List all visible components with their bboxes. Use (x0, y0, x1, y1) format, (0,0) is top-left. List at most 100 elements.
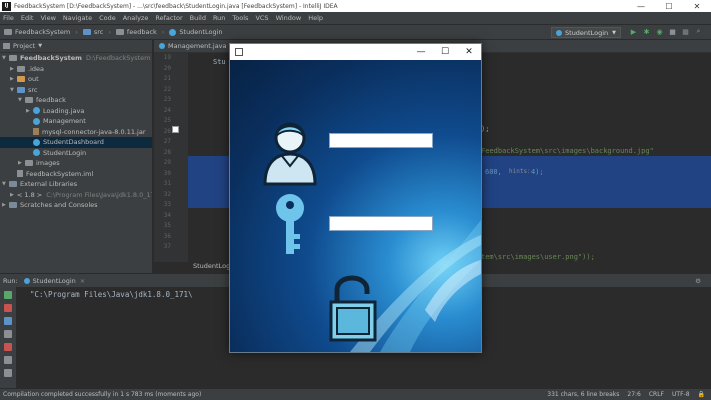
status-position[interactable]: 27:6 (627, 391, 640, 398)
pin-icon[interactable] (4, 356, 12, 364)
menu-navigate[interactable]: Navigate (63, 14, 92, 22)
line-number: 20 (163, 64, 171, 72)
tree-item-label: External Libraries (20, 180, 78, 189)
menu-edit[interactable]: Edit (21, 14, 34, 22)
java-class-icon (33, 107, 40, 115)
tree-item-label: < 1.8 > (16, 190, 43, 199)
breakpoint-marker-icon[interactable] (172, 126, 179, 133)
line-number: 23 (163, 96, 171, 103)
run-tab[interactable]: StudentLogin (33, 277, 76, 285)
expand-arrow-icon[interactable]: ▶ (10, 192, 14, 198)
tree-item-scratches[interactable]: ▶ Scratches and Consoles (0, 200, 152, 211)
close-icon[interactable] (4, 369, 12, 377)
tree-item-images[interactable]: ▶ images (0, 158, 152, 169)
tree-item-iml[interactable]: FeedbackSystem.iml (0, 169, 152, 180)
library-icon (9, 181, 17, 188)
tree-item-label: FeedbackSystem (20, 54, 82, 63)
tree-item-jdk[interactable]: ▶ < 1.8 > C:\Program Files\Java\jdk1.8.0… (0, 190, 152, 201)
dump-threads-icon[interactable] (4, 330, 12, 338)
expand-arrow-icon[interactable]: ▶ (10, 76, 17, 82)
tree-item-mysql-jar[interactable]: mysql-connector-java-8.0.11.jar (0, 127, 152, 138)
run-configuration-select[interactable]: StudentLogin ▼ (551, 27, 621, 38)
tree-item-idea[interactable]: ▶ .idea (0, 64, 152, 75)
tab-management-java[interactable]: Management.java × (154, 40, 241, 53)
status-line-separator[interactable]: CRLF (649, 391, 664, 398)
menu-help[interactable]: Help (308, 14, 323, 22)
tree-item-out[interactable]: ▶ out (0, 74, 152, 85)
gear-icon[interactable]: ⚙ (695, 277, 701, 285)
crumb-feedback[interactable]: feedback › (115, 28, 164, 36)
tree-item-management[interactable]: Management (0, 116, 152, 127)
tree-item-external-libraries[interactable]: ▼ External Libraries (0, 179, 152, 190)
line-number: 37 (163, 243, 171, 250)
exit-icon[interactable] (4, 343, 12, 351)
tree-item-feedbacksystem[interactable]: ▼ FeedbackSystem D:\FeedbackSystem (0, 53, 152, 64)
structure-icon[interactable]: ▦ (681, 27, 690, 36)
close-tab-icon[interactable]: × (80, 277, 85, 285)
line-number: 27 (163, 138, 171, 145)
tree-item-studentdashboard[interactable]: StudentDashboard (0, 137, 152, 148)
username-field[interactable] (329, 133, 433, 148)
line-number: 24 (163, 106, 171, 114)
project-panel-header[interactable]: Project ▼ (0, 40, 152, 53)
tree-item-studentlogin[interactable]: StudentLogin (0, 148, 152, 159)
tree-item-src[interactable]: ▼ src (0, 85, 152, 96)
app-close-button[interactable]: ✕ (457, 44, 481, 60)
crumb-project[interactable]: FeedbackSystem › (4, 28, 78, 36)
expand-arrow-icon[interactable]: ▼ (10, 87, 17, 93)
crumb-studentlogin[interactable]: StudentLogin (169, 28, 223, 36)
password-field[interactable] (329, 216, 433, 231)
line-number: 31 (163, 180, 171, 187)
project-panel-title: Project (13, 42, 36, 50)
tab-label: Management.java (168, 42, 227, 50)
line-number: 30 (163, 169, 171, 177)
tree-item-label: out (28, 75, 39, 84)
menu-view[interactable]: View (40, 14, 55, 22)
editor-gutter: 19 20 21 22 23 24 25 26 27 28 29 30 31 3… (154, 53, 188, 262)
expand-arrow-icon[interactable]: ▶ (2, 202, 9, 208)
minimize-button[interactable]: — (627, 0, 655, 12)
stop-icon[interactable]: ■ (668, 27, 677, 36)
tree-item-label: feedback (36, 96, 66, 105)
menu-vcs[interactable]: VCS (255, 14, 268, 22)
folder-icon (25, 97, 33, 104)
crumb-label: feedback (126, 28, 157, 36)
close-button[interactable]: ✕ (683, 0, 711, 12)
tree-item-feedback[interactable]: ▼ feedback (0, 95, 152, 106)
expand-arrow-icon[interactable]: ▶ (26, 108, 33, 114)
app-minimize-button[interactable]: — (409, 44, 433, 60)
run-icon[interactable]: ▶ (629, 27, 638, 36)
line-number: 28 (163, 148, 171, 156)
lock-icon[interactable]: 🔒 (698, 391, 705, 398)
expand-arrow-icon[interactable]: ▶ (10, 66, 17, 72)
menu-file[interactable]: File (3, 14, 14, 22)
unlock-icon[interactable] (327, 268, 383, 344)
search-icon[interactable]: ⌕ (694, 27, 703, 36)
menu-analyze[interactable]: Analyze (123, 14, 149, 22)
rerun-icon[interactable] (4, 291, 12, 299)
status-encoding[interactable]: UTF-8 (672, 391, 690, 398)
expand-arrow-icon[interactable]: ▼ (2, 181, 9, 187)
line-number: 35 (163, 222, 171, 229)
run-label: Run: (3, 276, 18, 285)
debug-icon[interactable]: ✱ (642, 27, 651, 36)
expand-arrow-icon[interactable]: ▶ (18, 160, 25, 166)
crumb-src[interactable]: src › (82, 28, 111, 36)
menu-code[interactable]: Code (99, 14, 116, 22)
user-icon (263, 122, 317, 186)
menu-refactor[interactable]: Refactor (155, 14, 182, 22)
java-class-icon (556, 29, 563, 36)
tree-item-label: mysql-connector-java-8.0.11.jar (42, 127, 146, 136)
maximize-button[interactable]: ☐ (655, 0, 683, 12)
menu-tools[interactable]: Tools (232, 14, 248, 22)
expand-arrow-icon[interactable]: ▼ (2, 55, 9, 61)
menu-run[interactable]: Run (213, 14, 225, 22)
menu-build[interactable]: Build (190, 14, 206, 22)
coverage-icon[interactable]: ◉ (655, 27, 664, 36)
pause-icon[interactable] (4, 317, 12, 325)
tree-item-loading[interactable]: ▶ Loading.java (0, 106, 152, 117)
app-maximize-button[interactable]: ☐ (433, 44, 457, 60)
stop-icon[interactable] (4, 304, 12, 312)
expand-arrow-icon[interactable]: ▼ (18, 97, 25, 103)
menu-window[interactable]: Window (276, 14, 302, 22)
